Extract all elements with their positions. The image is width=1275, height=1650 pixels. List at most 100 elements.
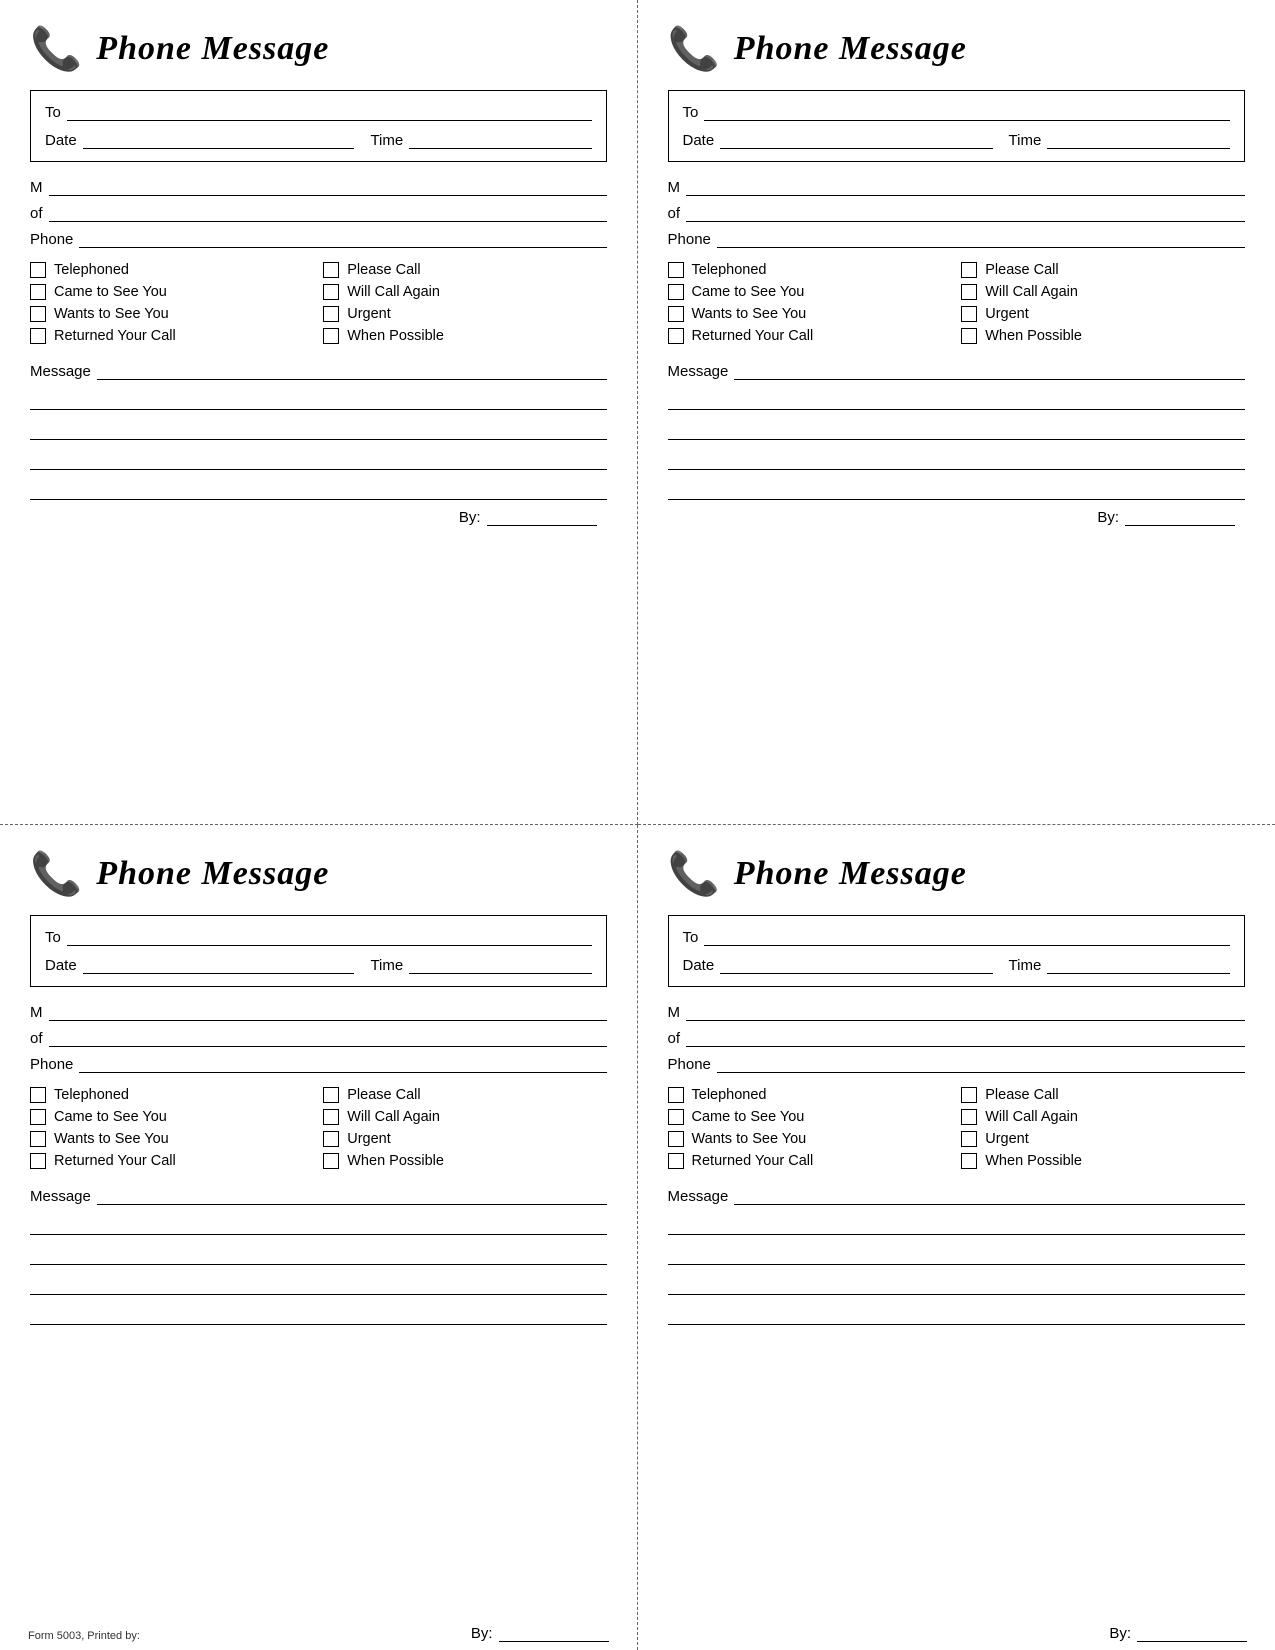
card-2-checkbox-telephoned-box[interactable] [668, 262, 684, 278]
card-2-checkbox-urgent[interactable]: Urgent [961, 306, 1245, 322]
card-3-checkbox-when-possible[interactable]: When Possible [323, 1153, 606, 1169]
card-4-checkbox-urgent-box[interactable] [961, 1131, 977, 1147]
card-3-extra-line-1[interactable] [30, 1213, 607, 1235]
card-2-checkbox-will-call-box[interactable] [961, 284, 977, 300]
card-4-m-field[interactable] [686, 1003, 1245, 1021]
card-3-checkbox-urgent-box[interactable] [323, 1131, 339, 1147]
card-2-date-field[interactable] [720, 131, 992, 149]
card-2-time-field[interactable] [1047, 131, 1230, 149]
card-2-checkbox-returned[interactable]: Returned Your Call [668, 328, 952, 344]
card-1-checkbox-wants-box[interactable] [30, 306, 46, 322]
card-4-extra-line-4[interactable] [668, 1303, 1246, 1325]
card-1-extra-line-2[interactable] [30, 418, 607, 440]
card-3-extra-line-2[interactable] [30, 1243, 607, 1265]
card-2-checkbox-wants-box[interactable] [668, 306, 684, 322]
card-4-to-field[interactable] [704, 928, 1230, 946]
card-1-checkbox-will-call[interactable]: Will Call Again [323, 284, 606, 300]
card-3-checkbox-returned[interactable]: Returned Your Call [30, 1153, 313, 1169]
card-4-checkbox-please-call-box[interactable] [961, 1087, 977, 1103]
card-1-extra-line-3[interactable] [30, 448, 607, 470]
card-3-checkbox-came[interactable]: Came to See You [30, 1109, 313, 1125]
card-3-checkbox-please-call[interactable]: Please Call [323, 1087, 606, 1103]
card-3-message-field[interactable] [97, 1185, 607, 1205]
card-4-phone-field[interactable] [717, 1055, 1245, 1073]
card-1-checkbox-when-possible[interactable]: When Possible [323, 328, 606, 344]
card-4-checkbox-when-possible-box[interactable] [961, 1153, 977, 1169]
card-4-checkbox-will-call-box[interactable] [961, 1109, 977, 1125]
card-1-to-field[interactable] [67, 103, 592, 121]
card-4-checkbox-returned[interactable]: Returned Your Call [668, 1153, 952, 1169]
card-1-message-field[interactable] [97, 360, 607, 380]
card-2-checkbox-please-call-box[interactable] [961, 262, 977, 278]
card-2-to-field[interactable] [704, 103, 1230, 121]
card-4-extra-line-1[interactable] [668, 1213, 1246, 1235]
card-4-extra-line-3[interactable] [668, 1273, 1246, 1295]
card-1-checkbox-will-call-box[interactable] [323, 284, 339, 300]
card-2-checkbox-when-possible-box[interactable] [961, 328, 977, 344]
card-1-time-field[interactable] [409, 131, 591, 149]
card-1-phone-field[interactable] [79, 230, 606, 248]
card-1-by-field[interactable] [487, 508, 597, 526]
card-3-checkbox-urgent[interactable]: Urgent [323, 1131, 606, 1147]
card-4-checkbox-when-possible[interactable]: When Possible [961, 1153, 1245, 1169]
card-1-m-field[interactable] [49, 178, 607, 196]
card-1-extra-line-1[interactable] [30, 388, 607, 410]
card-4-checkbox-telephoned[interactable]: Telephoned [668, 1087, 952, 1103]
card-2-checkbox-came[interactable]: Came to See You [668, 284, 952, 300]
card-3-to-field[interactable] [67, 928, 592, 946]
card-2-extra-line-3[interactable] [668, 448, 1246, 470]
card-2-checkbox-wants[interactable]: Wants to See You [668, 306, 952, 322]
card-1-checkbox-came[interactable]: Came to See You [30, 284, 313, 300]
card-4-time-field[interactable] [1047, 956, 1230, 974]
card-1-checkbox-returned[interactable]: Returned Your Call [30, 328, 313, 344]
card-2-extra-line-2[interactable] [668, 418, 1246, 440]
card-1-checkbox-urgent-box[interactable] [323, 306, 339, 322]
card-3-phone-field[interactable] [79, 1055, 606, 1073]
card-3-of-field[interactable] [49, 1029, 607, 1047]
card-2-of-field[interactable] [686, 204, 1245, 222]
card-3-checkbox-will-call-box[interactable] [323, 1109, 339, 1125]
card-1-checkbox-telephoned[interactable]: Telephoned [30, 262, 313, 278]
card-2-checkbox-came-box[interactable] [668, 284, 684, 300]
card-3-checkbox-came-box[interactable] [30, 1109, 46, 1125]
card-2-phone-field[interactable] [717, 230, 1245, 248]
card-1-checkbox-please-call-box[interactable] [323, 262, 339, 278]
card-2-checkbox-when-possible[interactable]: When Possible [961, 328, 1245, 344]
card-2-message-field[interactable] [734, 360, 1245, 380]
card-1-checkbox-returned-box[interactable] [30, 328, 46, 344]
card-4-of-field[interactable] [686, 1029, 1245, 1047]
card-1-checkbox-wants[interactable]: Wants to See You [30, 306, 313, 322]
card-2-checkbox-returned-box[interactable] [668, 328, 684, 344]
card-4-checkbox-please-call[interactable]: Please Call [961, 1087, 1245, 1103]
card-4-date-field[interactable] [720, 956, 992, 974]
card-1-extra-line-4[interactable] [30, 478, 607, 500]
card-3-time-field[interactable] [409, 956, 591, 974]
card-2-extra-line-1[interactable] [668, 388, 1246, 410]
card-4-checkbox-will-call[interactable]: Will Call Again [961, 1109, 1245, 1125]
card-3-checkbox-returned-box[interactable] [30, 1153, 46, 1169]
card-4-by-field[interactable] [1137, 1624, 1247, 1642]
card-1-checkbox-telephoned-box[interactable] [30, 262, 46, 278]
card-2-checkbox-urgent-box[interactable] [961, 306, 977, 322]
card-3-extra-line-4[interactable] [30, 1303, 607, 1325]
card-4-checkbox-wants-box[interactable] [668, 1131, 684, 1147]
card-2-checkbox-telephoned[interactable]: Telephoned [668, 262, 952, 278]
card-1-checkbox-came-box[interactable] [30, 284, 46, 300]
card-1-checkbox-please-call[interactable]: Please Call [323, 262, 606, 278]
card-2-extra-line-4[interactable] [668, 478, 1246, 500]
card-3-checkbox-will-call[interactable]: Will Call Again [323, 1109, 606, 1125]
card-4-checkbox-came-box[interactable] [668, 1109, 684, 1125]
card-2-checkbox-please-call[interactable]: Please Call [961, 262, 1245, 278]
card-3-checkbox-telephoned[interactable]: Telephoned [30, 1087, 313, 1103]
card-3-by-field[interactable] [499, 1624, 609, 1642]
card-1-of-field[interactable] [49, 204, 607, 222]
card-1-date-field[interactable] [83, 131, 355, 149]
card-3-date-field[interactable] [83, 956, 355, 974]
card-2-checkbox-will-call[interactable]: Will Call Again [961, 284, 1245, 300]
card-4-checkbox-returned-box[interactable] [668, 1153, 684, 1169]
card-4-checkbox-telephoned-box[interactable] [668, 1087, 684, 1103]
card-3-checkbox-when-possible-box[interactable] [323, 1153, 339, 1169]
card-3-m-field[interactable] [49, 1003, 607, 1021]
card-4-checkbox-came[interactable]: Came to See You [668, 1109, 952, 1125]
card-1-checkbox-when-possible-box[interactable] [323, 328, 339, 344]
